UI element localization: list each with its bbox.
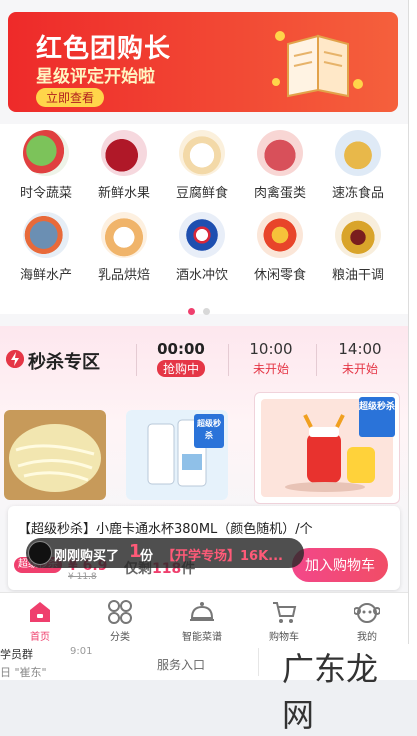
watermark: 广东龙网 (282, 650, 379, 734)
category-label: 休闲零食 (253, 268, 306, 283)
divider (228, 344, 229, 376)
slot-status: 抢购中 (156, 360, 205, 377)
page-indicator (188, 300, 218, 319)
book-icon (272, 31, 363, 98)
product-name: 【超级秒杀】小鹿卡通水杯380ML（颜色随机）/个 (18, 522, 313, 537)
tab-label: 购物车 (269, 632, 299, 643)
category-item-frozen[interactable]: 速冻食品 (319, 130, 397, 201)
tofu-icon (179, 130, 225, 176)
chat-time: 9:01 (70, 646, 93, 657)
time-slot[interactable]: 10:00 未开始 (231, 340, 311, 377)
category-item-fruits[interactable]: 新鲜水果 (85, 130, 163, 201)
seafood-icon (23, 212, 69, 258)
bottom-tab-bar: 首页 分类 智能菜谱 购物车 我的 (0, 592, 408, 644)
slot-time: 10:00 (249, 340, 293, 358)
tab-recipes[interactable]: 智能菜谱 (162, 599, 242, 643)
category-label: 豆腐鲜食 (175, 186, 228, 201)
snack-icon (257, 212, 303, 258)
home-icon (30, 602, 50, 622)
category-label: 酒水冲饮 (175, 268, 228, 283)
category-label: 时令蔬菜 (19, 186, 72, 201)
super-flash-tag: 超级秒杀 (194, 414, 224, 448)
product-thumbnail-deer-cup[interactable]: 超级秒杀 (254, 392, 400, 504)
toast-detail: 【开学专场】16K... (162, 549, 283, 564)
tab-home[interactable]: 首页 (0, 599, 80, 643)
tab-profile[interactable]: 我的 (327, 599, 407, 643)
tab-label: 首页 (30, 632, 50, 643)
category-label: 速冻食品 (331, 186, 384, 201)
category-label: 乳品烘焙 (97, 268, 150, 283)
page-dot[interactable] (203, 308, 210, 315)
toast-unit: 份 (140, 549, 154, 564)
toast-text: 刚刚购买了 (54, 549, 120, 564)
tab-label: 我的 (357, 632, 377, 643)
chat-last-message: 日 "崔东" (0, 666, 47, 679)
background-panel: 学员群 日 "崔东" 9:01 服务入口 广东龙网 (0, 644, 409, 734)
banner-subtitle: 星级评定开始啦 (36, 67, 155, 87)
category-label: 新鲜水果 (97, 186, 150, 201)
tab-category[interactable]: 分类 (80, 599, 160, 643)
add-to-cart-button[interactable]: 加入购物车 (292, 548, 388, 582)
category-label: 海鲜水产 (19, 268, 72, 283)
grid-icon (108, 600, 132, 624)
category-item-seafood[interactable]: 海鲜水产 (7, 212, 85, 283)
purchase-toast: 刚刚购买了 1 份 【开学专场】16K... (26, 538, 304, 568)
monkey-face-icon (354, 603, 380, 623)
category-item-meat[interactable]: 肉禽蛋类 (241, 130, 319, 201)
chat-group-name[interactable]: 学员群 (0, 646, 33, 662)
time-slot-active[interactable]: 00:00 抢购中 (141, 340, 221, 377)
app-screen: 红色团购长 星级评定开始啦 立即查看 时令蔬菜 新鲜水果 豆腐鲜食 肉禽蛋类 速… (0, 0, 409, 644)
tab-label: 分类 (110, 632, 130, 643)
divider (258, 648, 259, 676)
category-label: 肉禽蛋类 (253, 186, 306, 201)
avatar (28, 541, 52, 565)
frozen-food-icon (335, 130, 381, 176)
super-flash-tag: 超级秒杀 (359, 397, 395, 437)
category-label: 粮油干调 (331, 268, 384, 283)
time-slot[interactable]: 14:00 未开始 (320, 340, 400, 377)
background-window-edge (409, 0, 417, 680)
vegetable-icon (23, 130, 69, 176)
category-item-drinks[interactable]: 酒水冲饮 (163, 212, 241, 283)
fruit-icon (101, 130, 147, 176)
divider (136, 344, 137, 376)
category-item-vegetables[interactable]: 时令蔬菜 (7, 130, 85, 201)
category-grid: 时令蔬菜 新鲜水果 豆腐鲜食 肉禽蛋类 速冻食品 海鲜水产 乳品烘焙 酒水冲饮 … (0, 124, 408, 314)
banner-view-button[interactable]: 立即查看 (36, 88, 105, 107)
meat-icon (257, 130, 303, 176)
divider (316, 344, 317, 376)
slot-time: 14:00 (338, 340, 382, 358)
category-item-snacks[interactable]: 休闲零食 (241, 212, 319, 283)
cart-icon (273, 602, 297, 623)
banner-title: 红色团购长 (36, 34, 172, 64)
product-thumbnail-milk[interactable]: 超级秒杀 (126, 410, 228, 500)
page-dot-active[interactable] (188, 308, 195, 315)
category-item-tofu[interactable]: 豆腐鲜食 (163, 130, 241, 201)
service-entry[interactable]: 服务入口 (157, 656, 205, 673)
slot-status: 未开始 (252, 362, 289, 376)
product-thumbnail-bean-sprouts[interactable] (4, 410, 106, 500)
bean-sprouts-image (4, 410, 106, 500)
lightning-icon (6, 350, 24, 368)
tab-cart[interactable]: 购物车 (244, 599, 324, 643)
cloche-icon (190, 602, 214, 621)
drink-icon (179, 212, 225, 258)
oil-icon (335, 212, 381, 258)
slot-time: 00:00 (157, 340, 205, 358)
category-item-dairy[interactable]: 乳品烘焙 (85, 212, 163, 283)
product-original-price: ¥ 11.8 (68, 572, 97, 582)
promo-banner[interactable]: 红色团购长 星级评定开始啦 立即查看 (8, 12, 398, 112)
tab-label: 智能菜谱 (182, 632, 222, 643)
dairy-icon (101, 212, 147, 258)
flash-sale-title: 秒杀专区 (28, 352, 100, 373)
slot-status: 未开始 (341, 362, 378, 376)
category-item-grain-oil[interactable]: 粮油干调 (319, 212, 397, 283)
